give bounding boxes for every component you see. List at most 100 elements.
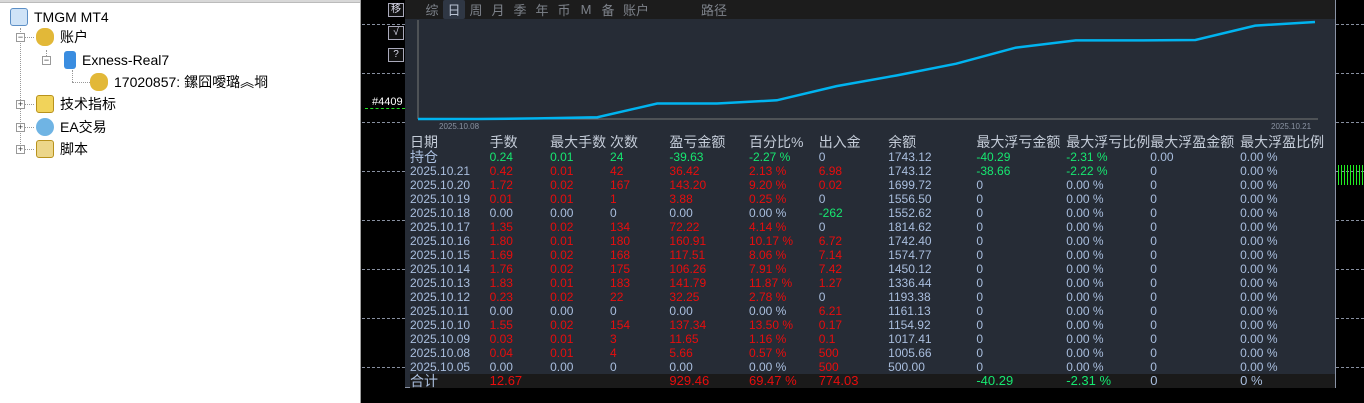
toolbar-tab[interactable]: 周 — [465, 0, 487, 19]
table-cell: 0.00 — [669, 304, 693, 318]
expand-indicators-toggle[interactable]: + — [16, 100, 25, 109]
table-cell: 0 — [1150, 290, 1157, 304]
table-cell: 0.23 — [489, 290, 513, 304]
tree-accounts[interactable]: 账户 — [36, 27, 88, 47]
tree-scripts[interactable]: 脚本 — [36, 139, 88, 159]
table-cell: 1154.92 — [888, 318, 931, 332]
check-button[interactable]: √ — [388, 26, 404, 40]
collapse-server-toggle[interactable]: − — [42, 56, 51, 65]
toolbar-tab[interactable]: 月 — [487, 0, 509, 19]
table-cell: 1.16 % — [748, 332, 787, 346]
tree-account-item[interactable]: 17020857: 鏍囧噯璐︽埛 — [90, 72, 268, 92]
column-header[interactable]: 最大手数 — [550, 135, 610, 150]
table-cell: 0 — [1150, 374, 1241, 388]
table-cell: 1743.12 — [888, 150, 932, 164]
navigator-panel: TMGM MT4 − 账户 − Exness-Real7 17020857: 鏍… — [0, 0, 361, 403]
table-cell: 0.00 % — [1240, 150, 1278, 164]
column-header[interactable]: 余额 — [888, 135, 976, 150]
table-cell: 1161.13 — [888, 304, 931, 318]
table-cell: 0.00 % — [1240, 234, 1278, 248]
table-cell: 0 — [976, 220, 984, 234]
table-cell: 0.00 — [489, 304, 513, 318]
toolbar-tab[interactable]: 综 — [421, 0, 443, 19]
toolbar-tab[interactable]: 备 — [597, 0, 619, 19]
table-row: 2025.10.09 0.03 0.01 3 11.65 1.16 % 0.1 1017.41… — [410, 332, 1335, 346]
toolbar-tab[interactable]: 账户 — [619, 0, 653, 19]
column-header[interactable]: 次数 — [610, 135, 669, 150]
table-cell: 0 — [976, 262, 984, 276]
table-cell: 12.67 — [489, 374, 551, 388]
column-header[interactable]: 手数 — [490, 135, 550, 150]
stats-panel: 综日周月季年币 M 备账户 路径 2025.10.08 2025.10.21 日期 手数… — [405, 0, 1336, 388]
table-cell: 0.00 % — [1066, 234, 1104, 248]
table-cell: 0.00 — [489, 206, 513, 220]
toolbar-tab[interactable]: 年 — [531, 0, 553, 19]
table-cell: 2025.10.05 — [410, 360, 471, 374]
table-cell: 2025.10.15 — [410, 248, 471, 262]
column-header[interactable]: 出入金 — [819, 135, 888, 150]
table-cell: 1193.38 — [888, 290, 931, 304]
equity-line — [418, 20, 1316, 121]
column-header[interactable]: 百分比% — [749, 135, 819, 150]
tree-experts[interactable]: EA交易 — [36, 117, 107, 137]
table-row: 持仓 0.24 0.01 24 -39.63 -2.27 % 0 1743.12 -40.29 -… — [410, 150, 1335, 164]
navigator-titlebar — [0, 0, 360, 3]
table-cell: -2.22 % — [1066, 164, 1108, 178]
table-cell: 9.20 % — [748, 178, 787, 192]
table-cell: 0.00 % — [1240, 178, 1278, 192]
tree-server[interactable]: Exness-Real7 — [64, 50, 169, 70]
table-cell: 0 — [976, 178, 984, 192]
expand-experts-toggle[interactable]: + — [16, 123, 25, 132]
table-row: 2025.10.17 1.35 0.02 134 72.22 4.14 % 0 1814.62… — [410, 220, 1335, 234]
column-header[interactable]: 最大浮亏比例 — [1066, 135, 1150, 150]
total-row: 合计 12.67 929.46 69.47 % 774.03 -40.29 -2.31 % 0… — [410, 374, 1335, 388]
column-header[interactable]: 最大浮盈金额 — [1150, 135, 1240, 150]
table-cell: 32.25 — [669, 290, 700, 304]
table-cell: 106.26 — [669, 262, 707, 276]
table-cell: 2025.10.16 — [410, 234, 471, 248]
table-cell: -38.66 — [976, 164, 1011, 178]
tree-accounts-label: 账户 — [60, 29, 88, 45]
table-cell: 0.00 % — [1066, 290, 1104, 304]
table-cell: 1574.77 — [888, 248, 932, 262]
table-cell: 69.47 % — [748, 374, 819, 388]
column-header[interactable]: 盈亏金额 — [669, 135, 749, 150]
column-header[interactable]: 最大浮亏金额 — [976, 135, 1066, 150]
table-cell: 0.00 % — [1066, 332, 1104, 346]
table-cell: 0.00 % — [1066, 360, 1104, 374]
table-cell: 0.00 % — [1240, 304, 1278, 318]
toolbar-tab[interactable]: 季 — [509, 0, 531, 19]
expand-scripts-toggle[interactable]: + — [16, 145, 25, 154]
script-scroll-icon — [36, 140, 54, 158]
accounts-icon — [36, 28, 54, 46]
table-cell: 0.00 — [669, 360, 693, 374]
collapse-accounts-toggle[interactable]: − — [16, 33, 25, 42]
toolbar-tab[interactable]: 币 — [553, 0, 575, 19]
table-cell: 3 — [610, 332, 617, 346]
tree-root[interactable]: TMGM MT4 — [10, 7, 109, 27]
table-cell: 0 — [976, 234, 984, 248]
table-cell: 0.04 — [489, 346, 513, 360]
table-cell: 10.17 % — [748, 234, 794, 248]
expert-hat-icon — [36, 118, 54, 136]
toolbar-tab[interactable]: 日 — [443, 0, 465, 19]
table-cell: 0.00 % — [1240, 318, 1278, 332]
table-row: 2025.10.11 0.00 0.00 0 0.00 0.00 % 6.21 1161.13… — [410, 304, 1335, 318]
move-button[interactable]: 移 — [388, 3, 404, 17]
table-cell: 929.46 — [669, 374, 749, 388]
table-cell: 0 — [976, 248, 984, 262]
toolbar-tab[interactable]: M — [575, 2, 597, 17]
table-cell: 1017.41 — [888, 332, 932, 346]
toolbar-tab[interactable]: 路径 — [697, 0, 731, 19]
help-button[interactable]: ? — [388, 48, 404, 62]
table-cell: 0.1 — [818, 332, 836, 346]
column-header[interactable]: 最大浮盈比例 — [1240, 135, 1335, 150]
table-row: 2025.10.19 0.01 0.01 1 3.88 0.25 % 0 1556.50 0 0.… — [410, 192, 1335, 206]
table-cell: 0.00 % — [1066, 192, 1104, 206]
table-cell: 13.50 % — [748, 318, 794, 332]
column-header[interactable]: 日期 — [410, 135, 490, 150]
table-cell: 160.91 — [669, 234, 707, 248]
table-cell: 42 — [610, 164, 624, 178]
tree-indicators[interactable]: 技术指标 — [36, 94, 116, 114]
table-cell: 0.00 % — [1240, 164, 1278, 178]
